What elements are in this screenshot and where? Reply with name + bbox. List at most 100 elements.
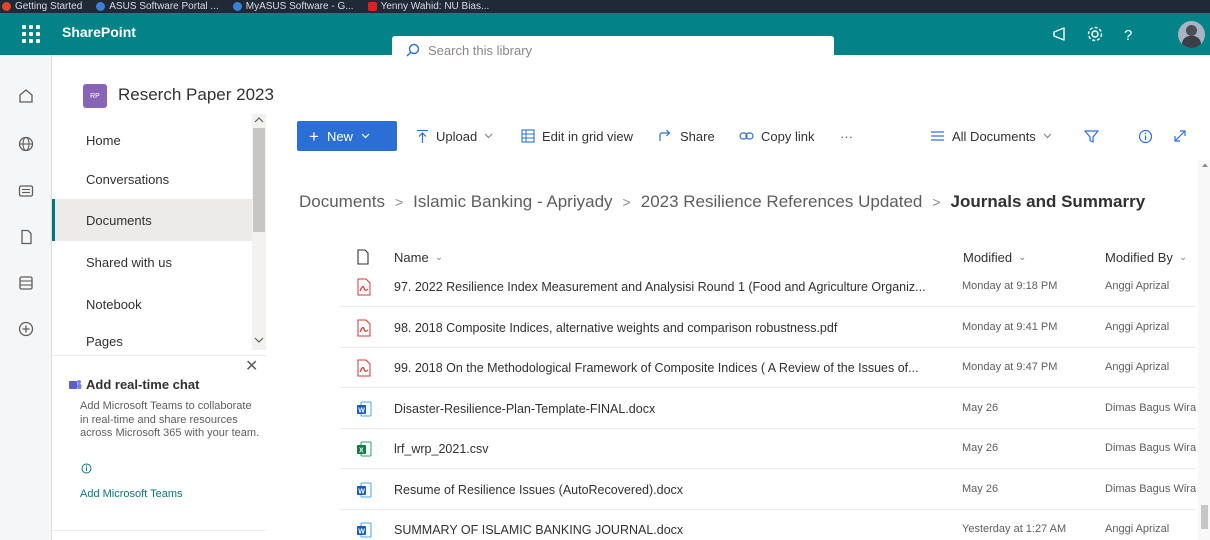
edit-grid-view-button[interactable]: Edit in grid view	[521, 121, 633, 151]
column-header-modified[interactable]: Modified ⌄	[963, 250, 1027, 265]
filter-icon[interactable]	[1084, 129, 1099, 144]
breadcrumb-2023-resilience[interactable]: 2023 Resilience References Updated	[641, 192, 923, 212]
copy-link-button[interactable]: Copy link	[739, 121, 814, 151]
table-row[interactable]: W Disaster-Resilience-Plan-Template-FINAL…	[340, 390, 1196, 429]
file-name[interactable]: Resume of Resilience Issues (AutoRecover…	[394, 483, 944, 497]
table-row[interactable]: W Resume of Resilience Issues (AutoRecove…	[340, 471, 1196, 510]
file-modified-by: Dimas Bagus Wiran	[1105, 482, 1196, 495]
column-header-modified-by[interactable]: Modified By ⌄	[1105, 250, 1187, 265]
breadcrumb-documents[interactable]: Documents	[299, 192, 385, 212]
create-icon[interactable]	[17, 320, 35, 338]
promo-divider	[52, 355, 266, 356]
chevron-up-icon[interactable]	[254, 116, 264, 124]
nav-item-documents[interactable]: Documents	[52, 199, 252, 241]
list-view-icon	[931, 131, 944, 141]
gear-icon[interactable]	[1086, 25, 1104, 43]
chevron-down-icon	[484, 133, 493, 139]
upload-icon	[417, 129, 428, 143]
bookmark-youtube[interactable]: Yenny Wahid: NU Bias...	[367, 1, 489, 13]
new-button[interactable]: + New	[297, 121, 397, 151]
pdf-file-icon	[357, 278, 371, 296]
svg-text:W: W	[358, 407, 365, 414]
upload-button[interactable]: Upload	[416, 121, 493, 151]
nav-item-conversations[interactable]: Conversations	[52, 158, 252, 200]
file-modified: Monday at 9:18 PM	[962, 280, 1058, 292]
add-teams-link[interactable]: Add Microsoft Teams	[80, 488, 183, 500]
news-icon[interactable]	[17, 182, 35, 200]
word-file-icon: W	[357, 401, 372, 416]
asus-icon	[96, 2, 106, 11]
app-launcher-icon[interactable]	[20, 23, 42, 45]
chevron-down-icon: ⌄	[1178, 252, 1188, 263]
home-icon[interactable]	[17, 87, 35, 105]
bookmark-asus-portal[interactable]: ASUS Software Portal ...	[96, 1, 219, 13]
app-brand[interactable]: SharePoint	[62, 24, 136, 40]
table-row[interactable]: 99. 2018 On the Methodological Framework…	[340, 349, 1196, 388]
chevron-up-icon[interactable]	[1201, 162, 1209, 168]
list-scrollbar[interactable]	[1198, 160, 1210, 540]
bookmark-getting-started[interactable]: Getting Started	[2, 1, 82, 13]
file-name[interactable]: 99. 2018 On the Methodological Framework…	[394, 361, 944, 375]
search-input[interactable]: Search this library	[392, 36, 834, 64]
file-modified: May 26	[962, 442, 999, 454]
chevron-right-icon: >	[622, 194, 631, 210]
files-icon[interactable]	[17, 228, 35, 246]
breadcrumb: Documents > Islamic Banking - Apriyady >…	[299, 192, 1145, 212]
file-modified: May 26	[962, 401, 999, 414]
file-name[interactable]: Disaster-Resilience-Plan-Template-FINAL.…	[394, 402, 944, 416]
file-modified: Monday at 9:41 PM	[962, 320, 1058, 333]
nav-scrollbar-thumb[interactable]	[253, 128, 265, 232]
chevron-down-icon[interactable]	[254, 336, 264, 344]
svg-text:X: X	[359, 448, 364, 455]
pdf-file-icon	[357, 319, 371, 336]
megaphone-icon[interactable]	[1051, 25, 1069, 43]
nav-item-home[interactable]: Home	[52, 119, 252, 161]
file-modified-by: Dimas Bagus Wiran	[1105, 442, 1196, 454]
svg-text:W: W	[358, 488, 365, 495]
nav-item-notebook[interactable]: Notebook	[52, 283, 252, 325]
list-scrollbar-thumb[interactable]	[1201, 505, 1208, 529]
expand-icon[interactable]	[1172, 128, 1188, 144]
close-icon[interactable]: ✕	[245, 356, 258, 376]
youtube-icon	[367, 2, 377, 11]
share-icon	[659, 129, 671, 141]
site-logo[interactable]: RP	[83, 84, 107, 108]
grid-icon	[521, 129, 535, 143]
help-icon[interactable]: ?	[1119, 25, 1137, 43]
file-name[interactable]: lrf_wrp_2021.csv	[394, 442, 944, 456]
chevron-right-icon: >	[932, 194, 941, 210]
app-rail	[0, 55, 52, 540]
table-row[interactable]: Xlrf_wrp_2021.csv May 26 Dimas Bagus Wiran	[340, 430, 1196, 469]
bookmark-myasus[interactable]: MyASUS Software - G...	[232, 1, 354, 13]
view-selector[interactable]: All Documents	[930, 121, 1052, 151]
chevron-right-icon: >	[394, 194, 404, 210]
info-icon[interactable]	[81, 463, 92, 474]
file-modified: Monday at 9:47 PM	[962, 361, 1058, 373]
column-header-name[interactable]: Name ⌄	[394, 250, 443, 265]
more-button[interactable]: ···	[840, 121, 853, 151]
promo-description: Add Microsoft Teams to collaborate in re…	[80, 400, 260, 439]
chevron-down-icon: ⌄	[1018, 252, 1027, 263]
file-modified-by: Anggi Aprizal	[1105, 280, 1170, 292]
file-name[interactable]: 98. 2018 Composite Indices, alternative …	[394, 321, 944, 335]
svg-text:?: ?	[1124, 27, 1132, 43]
nav-item-shared-with-us[interactable]: Shared with us	[52, 241, 252, 283]
info-icon[interactable]	[1138, 129, 1153, 144]
file-name[interactable]: SUMMARY OF ISLAMIC BANKING JOURNAL.docx	[394, 523, 944, 537]
plus-icon: +	[309, 126, 319, 146]
avatar[interactable]	[1178, 21, 1205, 48]
lists-icon[interactable]	[17, 274, 35, 292]
table-row[interactable]: 97. 2022 Resilience Index Measurement an…	[340, 268, 1196, 307]
teams-icon	[69, 379, 82, 389]
site-title[interactable]: Reserch Paper 2023	[118, 85, 274, 105]
globe-icon[interactable]	[17, 135, 35, 153]
table-row[interactable]: 98. 2018 Composite Indices, alternative …	[340, 309, 1196, 348]
file-modified: Yesterday at 1:27 AM	[962, 523, 1067, 535]
share-button[interactable]: Share	[658, 121, 715, 151]
breadcrumb-islamic-banking[interactable]: Islamic Banking - Apriyady	[413, 192, 612, 212]
firefox-icon	[2, 2, 11, 11]
table-row[interactable]: W SUMMARY OF ISLAMIC BANKING JOURNAL.docx…	[340, 511, 1196, 540]
nav-item-pages[interactable]: Pages	[52, 325, 252, 349]
file-name[interactable]: 97. 2022 Resilience Index Measurement an…	[394, 280, 944, 294]
file-type-icon[interactable]	[356, 249, 370, 265]
